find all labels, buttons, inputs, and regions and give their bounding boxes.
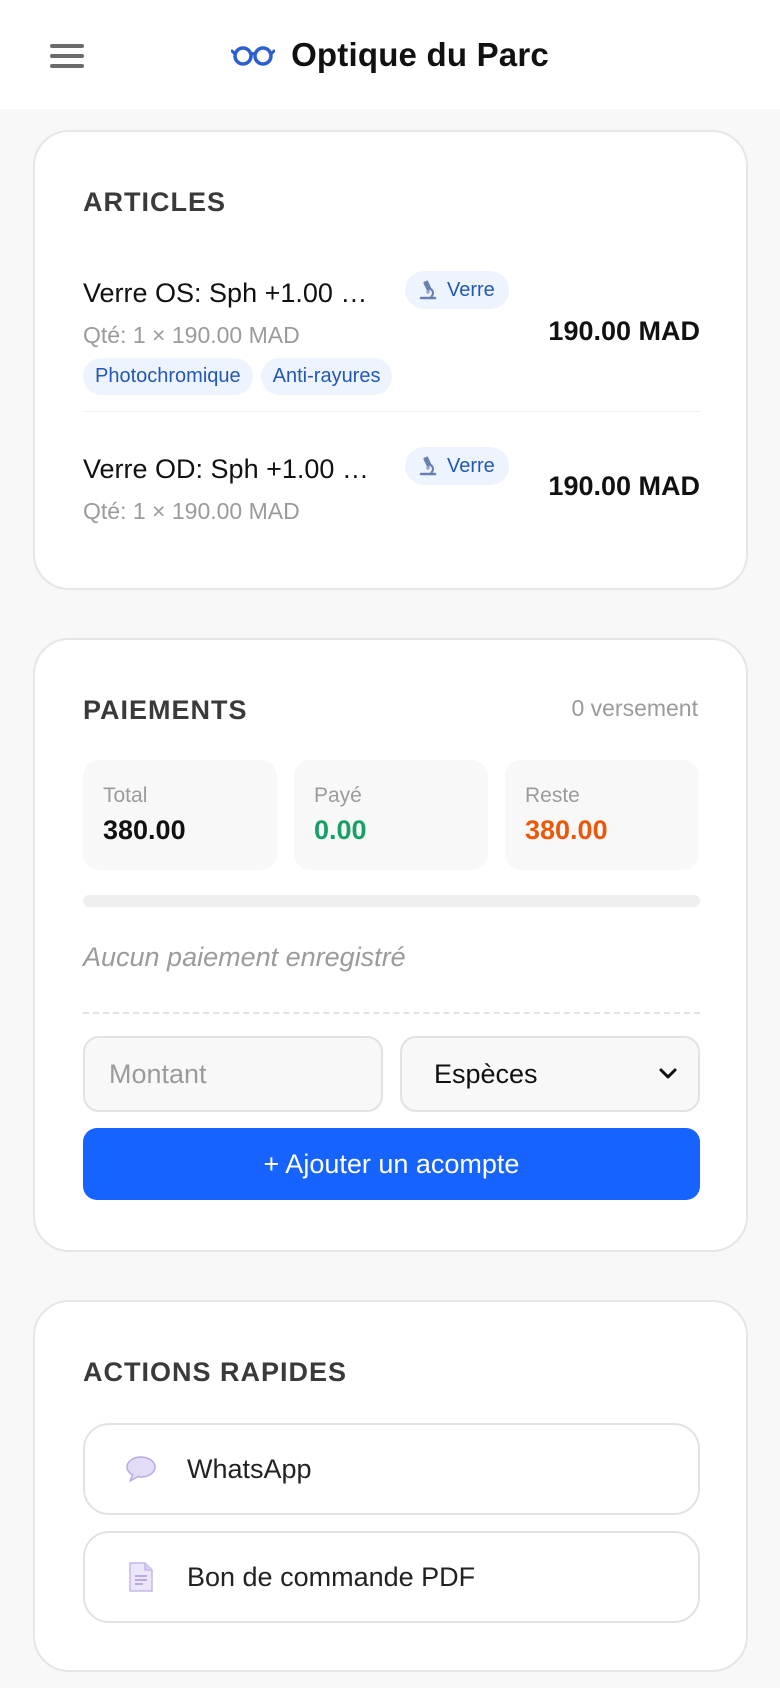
stat-label: Total — [103, 784, 148, 807]
stat-label: Reste — [525, 784, 580, 807]
payment-count: 0 versement — [571, 695, 698, 721]
payment-method-select[interactable]: Espèces — [400, 1036, 700, 1112]
stat-value: 380.00 — [103, 815, 186, 845]
purchase-order-pdf-button[interactable]: Bon de commande PDF — [83, 1531, 700, 1623]
document-icon-wrap — [123, 1561, 159, 1593]
dashed-divider — [83, 1012, 700, 1014]
chevron-down-icon — [659, 1068, 677, 1079]
article-item[interactable]: Verre OS: Sph +1.00 … Verre Qté: 1 × 190… — [83, 271, 700, 408]
whatsapp-button[interactable]: WhatsApp — [83, 1423, 700, 1515]
article-name: Verre OD: Sph +1.00 … — [83, 454, 369, 484]
article-price: 190.00 MAD — [548, 316, 700, 346]
quick-actions-card: ACTIONS RAPIDES WhatsApp Bon de commande… — [33, 1300, 748, 1672]
actions-title: ACTIONS RAPIDES — [83, 1357, 348, 1387]
microscope-icon — [419, 456, 437, 476]
action-label: Bon de commande PDF — [187, 1561, 476, 1592]
stat-paid: Payé 0.00 — [294, 760, 488, 870]
article-qty: Qté: 1 × 190.00 MAD — [83, 498, 300, 524]
article-qty: Qté: 1 × 190.00 MAD — [83, 322, 300, 348]
type-label: Verre — [447, 278, 495, 301]
article-tags: Photochromique Anti-rayures — [83, 358, 393, 395]
action-label: WhatsApp — [187, 1453, 312, 1484]
payment-progress-bar — [83, 895, 700, 907]
payments-card: PAIEMENTS 0 versement Total 380.00 Payé … — [33, 638, 748, 1252]
app-title: Optique du Parc — [291, 36, 549, 73]
brand: Optique du Parc — [0, 33, 780, 77]
type-badge: Verre — [405, 447, 509, 485]
empty-payments-message: Aucun paiement enregistré — [83, 942, 406, 972]
article-price: 190.00 MAD — [548, 471, 700, 501]
type-badge: Verre — [405, 271, 509, 309]
document-icon — [129, 1562, 153, 1592]
microscope-icon — [419, 280, 437, 300]
payments-title: PAIEMENTS — [83, 695, 248, 725]
article-name: Verre OS: Sph +1.00 … — [83, 278, 368, 308]
stat-label: Payé — [314, 784, 362, 807]
glasses-icon — [231, 46, 276, 66]
speech-bubble-icon — [126, 1456, 156, 1482]
app-header: Optique du Parc — [0, 0, 780, 109]
stat-total: Total 380.00 — [83, 760, 277, 870]
articles-title: ARTICLES — [83, 187, 226, 217]
speech-bubble-icon-wrap — [123, 1455, 159, 1483]
stat-rest: Reste 380.00 — [505, 760, 699, 870]
tag: Photochromique — [83, 358, 253, 395]
amount-input[interactable] — [83, 1036, 383, 1112]
stat-value: 380.00 — [525, 815, 608, 845]
articles-card: ARTICLES Verre OS: Sph +1.00 … Verre Qté… — [33, 130, 748, 590]
add-deposit-button[interactable]: + Ajouter un acompte — [83, 1128, 700, 1200]
divider — [83, 411, 700, 412]
payment-method-value: Espèces — [434, 1058, 538, 1089]
article-item[interactable]: Verre OD: Sph +1.00 … Verre Qté: 1 × 190… — [83, 447, 700, 524]
tag: Anti-rayures — [260, 358, 393, 395]
stat-value: 0.00 — [314, 815, 367, 845]
type-label: Verre — [447, 454, 495, 477]
